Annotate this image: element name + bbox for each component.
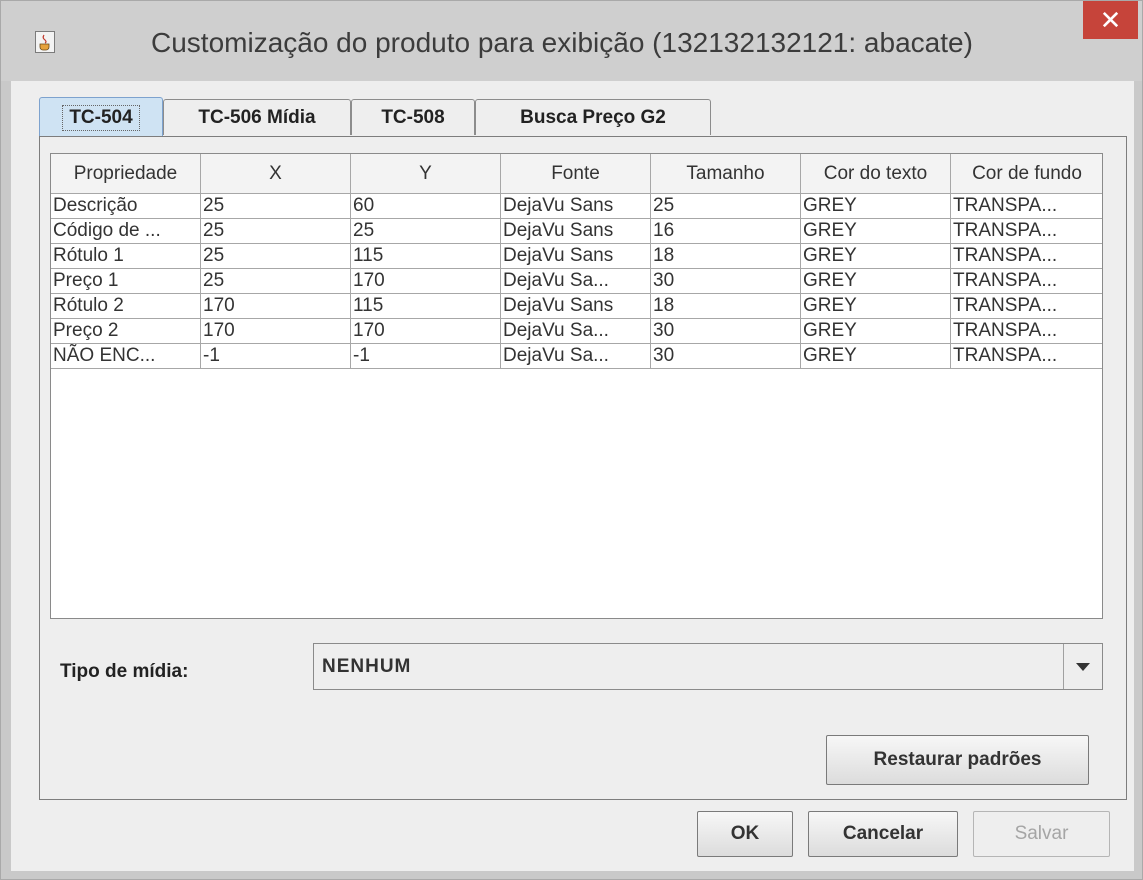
restore-defaults-button[interactable]: Restaurar padrões [826,735,1089,785]
table-cell[interactable]: 170 [201,294,351,319]
tab-tc-508[interactable]: TC-508 [351,99,475,135]
table-cell[interactable]: DejaVu Sa... [501,344,651,369]
table-cell[interactable]: Código de ... [51,219,201,244]
close-icon: ✕ [1099,5,1122,35]
table-cell[interactable]: 115 [351,244,501,269]
table-cell[interactable]: DejaVu Sans [501,294,651,319]
table-cell[interactable]: DejaVu Sans [501,219,651,244]
column-header-cor-do-texto[interactable]: Cor do texto [801,154,951,194]
media-type-label: Tipo de mídia: [60,661,189,682]
table-cell[interactable]: 60 [351,194,501,219]
cancel-button[interactable]: Cancelar [808,811,958,857]
ok-button[interactable]: OK [697,811,793,857]
media-type-select[interactable]: NENHUM [313,643,1103,690]
table-cell[interactable]: GREY [801,269,951,294]
table-cell[interactable]: TRANSPA... [951,244,1102,269]
column-header-cor-de-fundo[interactable]: Cor de fundo [951,154,1102,194]
table-cell[interactable]: TRANSPA... [951,344,1102,369]
table-cell[interactable]: Rótulo 2 [51,294,201,319]
dialog-content: TC-504 TC-506 Mídia TC-508 Busca Preço G… [11,81,1134,871]
triangle-down-icon [1076,662,1090,671]
table-cell[interactable]: TRANSPA... [951,219,1102,244]
tab-tc-504[interactable]: TC-504 [39,97,163,137]
table-cell[interactable]: TRANSPA... [951,294,1102,319]
table-cell[interactable]: 25 [651,194,801,219]
close-button[interactable]: ✕ [1083,1,1138,39]
table-cell[interactable]: 30 [651,269,801,294]
table-cell[interactable]: 115 [351,294,501,319]
table-cell[interactable]: 30 [651,319,801,344]
table-cell[interactable]: TRANSPA... [951,194,1102,219]
column-header-x[interactable]: X [201,154,351,194]
table-cell[interactable]: Descrição [51,194,201,219]
table-cell[interactable]: DejaVu Sa... [501,319,651,344]
tab-bar: TC-504 TC-506 Mídia TC-508 Busca Preço G… [11,81,1134,137]
column-header-fonte[interactable]: Fonte [501,154,651,194]
tab-label: TC-508 [381,106,445,128]
column-header-propriedade[interactable]: Propriedade [51,154,201,194]
table-cell[interactable]: NÃO ENC... [51,344,201,369]
table-cell[interactable]: 18 [651,244,801,269]
table-cell[interactable]: DejaVu Sa... [501,269,651,294]
title-bar: Customização do produto para exibição (1… [1,1,1142,81]
java-cup-icon [35,31,55,53]
window-title: Customização do produto para exibição (1… [151,27,973,58]
tab-busca-preco-g2[interactable]: Busca Preço G2 [475,99,711,135]
table-cell[interactable]: 25 [201,194,351,219]
table-cell[interactable]: 25 [351,219,501,244]
table-cell[interactable]: GREY [801,194,951,219]
table-cell[interactable]: GREY [801,244,951,269]
table-cell[interactable]: 30 [651,344,801,369]
table-cell[interactable]: TRANSPA... [951,319,1102,344]
dialog-window: Customização do produto para exibição (1… [0,0,1143,880]
dropdown-button[interactable] [1063,644,1102,689]
table-cell[interactable]: 25 [201,269,351,294]
table-cell[interactable]: TRANSPA... [951,269,1102,294]
media-type-value: NENHUM [322,656,412,677]
tab-panel: Propriedade X Y Fonte Tamanho Cor do tex… [39,136,1127,800]
table-cell[interactable]: 18 [651,294,801,319]
table-cell[interactable]: 25 [201,219,351,244]
column-header-y[interactable]: Y [351,154,501,194]
table-cell[interactable]: 170 [201,319,351,344]
table-cell[interactable]: 170 [351,269,501,294]
table-cell[interactable]: -1 [201,344,351,369]
table-cell[interactable]: DejaVu Sans [501,194,651,219]
save-button[interactable]: Salvar [973,811,1110,857]
table-cell[interactable]: -1 [351,344,501,369]
properties-table[interactable]: Propriedade X Y Fonte Tamanho Cor do tex… [50,153,1103,619]
table-cell[interactable]: Rótulo 1 [51,244,201,269]
tab-tc-506-midia[interactable]: TC-506 Mídia [163,99,351,135]
table-cell[interactable]: DejaVu Sans [501,244,651,269]
column-header-tamanho[interactable]: Tamanho [651,154,801,194]
table-cell[interactable]: Preço 2 [51,319,201,344]
table-cell[interactable]: 25 [201,244,351,269]
table-cell[interactable]: Preço 1 [51,269,201,294]
table-cell[interactable]: GREY [801,219,951,244]
table-cell[interactable]: GREY [801,294,951,319]
tab-label: TC-504 [62,104,140,131]
tab-label: TC-506 Mídia [198,106,316,128]
tab-label: Busca Preço G2 [520,106,666,128]
table-cell[interactable]: 170 [351,319,501,344]
table-cell[interactable]: GREY [801,319,951,344]
table-cell[interactable]: GREY [801,344,951,369]
table-cell[interactable]: 16 [651,219,801,244]
